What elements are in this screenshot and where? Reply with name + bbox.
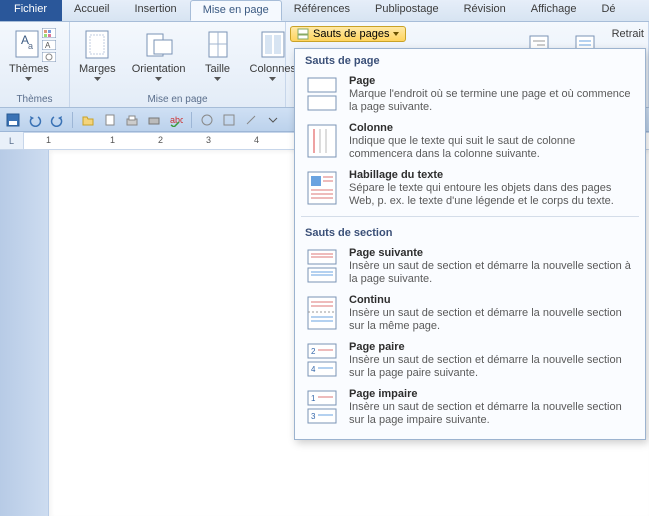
option-title: Page impaire [349,388,635,400]
ruler-corner[interactable]: L [0,132,24,150]
qat-new-icon[interactable] [101,111,119,129]
qat-extra-icon[interactable] [220,111,238,129]
svg-text:3: 3 [311,412,316,421]
tab-insert[interactable]: Insertion [122,0,189,21]
ribbon-group-themes: Aa A Thèmes Thèmes [0,22,70,107]
break-option-column[interactable]: Colonne Indique que le texte qui suit le… [295,118,645,165]
option-title: Page suivante [349,247,635,259]
page-breaks-dropdown: Sauts de page Page Marque l'endroit où s… [294,48,646,440]
page-break-icon [305,75,339,113]
qat-save-icon[interactable] [4,111,22,129]
margins-label: Marges [79,63,116,75]
theme-effects-icon[interactable] [42,52,56,62]
chevron-down-icon [25,77,32,81]
qat-open-icon[interactable] [79,111,97,129]
chevron-down-icon [269,77,276,81]
tab-review[interactable]: Révision [452,0,519,21]
option-desc: Insère un saut de section et démarre la … [349,307,635,333]
option-title: Page paire [349,341,635,353]
qat-dropdown-icon[interactable] [264,111,282,129]
option-desc: Marque l'endroit où se termine une page … [349,88,635,114]
option-desc: Insère un saut de section et démarre la … [349,401,635,427]
ribbon-group-page-setup: Marges Orientation Taille Colonnes Mise … [70,22,286,107]
qat-quick-print-icon[interactable] [145,111,163,129]
group-label-themes: Thèmes [4,93,65,107]
ribbon-tabs: Fichier Accueil Insertion Mise en page R… [0,0,649,22]
tab-page-layout[interactable]: Mise en page [190,0,282,21]
qat-separator [191,112,192,128]
ruler-mark: 1 [110,135,115,145]
option-desc: Insère un saut de section et démarre la … [349,260,635,286]
dropdown-section-header: Sauts de section [295,221,645,243]
theme-colors-icon[interactable] [42,28,56,38]
svg-text:a: a [28,41,33,51]
page-breaks-label: Sauts de pages [313,28,389,40]
option-desc: Indique que le texte qui suit le saut de… [349,135,635,161]
tab-home[interactable]: Accueil [62,0,122,21]
tab-references[interactable]: Références [282,0,363,21]
option-desc: Sépare le texte qui entoure les objets d… [349,182,635,208]
svg-text:1: 1 [311,394,316,403]
section-break-continuous[interactable]: Continu Insère un saut de section et dém… [295,290,645,337]
break-option-text-wrapping[interactable]: Habillage du texte Sépare le texte qui e… [295,165,645,212]
svg-text:A: A [45,41,51,50]
themes-icon: Aa [13,29,45,61]
orientation-icon [143,29,175,61]
chevron-down-icon [214,77,221,81]
ruler-mark: 3 [206,135,211,145]
chevron-down-icon [393,32,399,36]
qat-spelling-icon[interactable]: abc [167,111,185,129]
themes-label: Thèmes [9,63,49,75]
left-gutter [0,150,48,516]
dropdown-section-header: Sauts de page [295,49,645,71]
chevron-down-icon [94,77,101,81]
column-break-icon [305,122,339,160]
margins-button[interactable]: Marges [74,26,121,84]
page-breaks-button[interactable]: Sauts de pages [290,26,406,42]
svg-text:2: 2 [311,347,316,356]
qat-print-preview-icon[interactable] [123,111,141,129]
section-break-odd-page[interactable]: 13 Page impaire Insère un saut de sectio… [295,384,645,431]
orientation-button[interactable]: Orientation [127,26,191,84]
qat-extra-icon[interactable] [198,111,216,129]
qat-separator [72,112,73,128]
tab-file[interactable]: Fichier [0,0,62,21]
orientation-label: Orientation [132,63,186,75]
odd-page-icon: 13 [305,388,339,426]
tab-mailings[interactable]: Publipostage [363,0,452,21]
columns-icon [257,29,289,61]
option-title: Page [349,75,635,87]
svg-text:4: 4 [311,365,316,374]
option-title: Habillage du texte [349,169,635,181]
dropdown-separator [301,216,639,217]
size-icon [202,29,234,61]
chevron-down-icon [155,77,162,81]
tab-dev[interactable]: Dé [589,0,628,21]
margins-icon [81,29,113,61]
theme-fonts-icon[interactable]: A [42,40,56,50]
option-desc: Insère un saut de section et démarre la … [349,354,635,380]
group-label-page-setup: Mise en page [74,93,281,107]
qat-redo-icon[interactable] [48,111,66,129]
size-label: Taille [205,63,230,75]
text-wrapping-icon [305,169,339,207]
option-title: Continu [349,294,635,306]
ruler-mark: 4 [254,135,259,145]
qat-extra-icon[interactable] [242,111,260,129]
ruler-mark: 2 [158,135,163,145]
themes-button[interactable]: Aa A Thèmes [4,26,54,84]
section-break-even-page[interactable]: 24 Page paire Insère un saut de section … [295,337,645,384]
break-option-page[interactable]: Page Marque l'endroit où se termine une … [295,71,645,118]
size-button[interactable]: Taille [197,26,239,84]
tab-view[interactable]: Affichage [519,0,590,21]
page-break-icon [297,28,309,40]
retrait-label: Retrait [612,26,644,40]
section-break-next-page[interactable]: Page suivante Insère un saut de section … [295,243,645,290]
next-page-icon [305,247,339,285]
ruler-mark: 1 [46,135,51,145]
qat-undo-icon[interactable] [26,111,44,129]
even-page-icon: 24 [305,341,339,379]
continuous-icon [305,294,339,332]
option-title: Colonne [349,122,635,134]
